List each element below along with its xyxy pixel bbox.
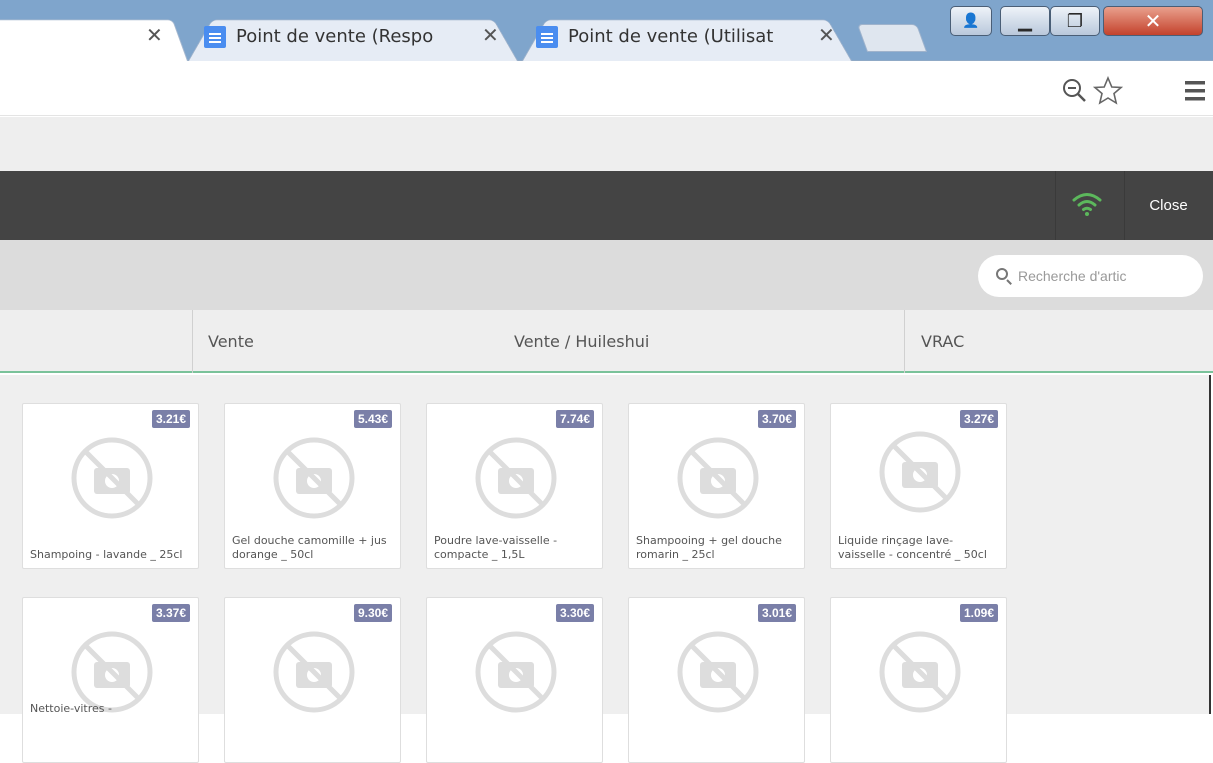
no-image-icon <box>677 437 759 519</box>
product-card[interactable]: 7.74€ Poudre lave-vaisselle - compacte _… <box>426 403 603 569</box>
pos-header <box>0 171 1213 240</box>
product-card[interactable]: 1.09€ <box>830 597 1007 763</box>
docs-icon <box>204 25 226 48</box>
price-badge: 9.30€ <box>353 604 392 622</box>
price-badge: 7.74€ <box>555 410 594 428</box>
new-tab-button[interactable] <box>856 24 928 52</box>
product-card[interactable]: 3.30€ <box>426 597 603 763</box>
category-bar: Vente Vente / Huileshui VRAC <box>0 310 1213 373</box>
product-card[interactable]: 3.37€ Nettoie-vitres - <box>22 597 199 763</box>
price-badge: 3.30€ <box>555 604 594 622</box>
close-icon: ✕ <box>1144 9 1162 33</box>
no-image-icon <box>273 631 355 713</box>
price-badge: 3.27€ <box>959 410 998 428</box>
tab-close-icon[interactable]: ✕ <box>146 25 163 45</box>
wifi-icon[interactable] <box>1072 191 1102 217</box>
header-divider <box>1055 171 1056 240</box>
category-vrac[interactable]: VRAC <box>921 310 964 373</box>
category-divider <box>192 310 193 373</box>
menu-icon[interactable] <box>1185 80 1205 102</box>
price-badge: 3.70€ <box>757 410 796 428</box>
category-vente-huileshui[interactable]: Vente / Huileshui <box>514 310 649 373</box>
product-card[interactable]: 3.01€ <box>628 597 805 763</box>
tab-close-icon[interactable]: ✕ <box>482 25 499 45</box>
no-image-icon <box>879 631 961 713</box>
product-card[interactable]: 9.30€ <box>224 597 401 763</box>
no-image-icon <box>879 431 961 513</box>
zoom-out-icon[interactable] <box>1062 78 1088 104</box>
close-button[interactable]: Close <box>1124 171 1213 240</box>
browser-tab-respo[interactable]: Point de vente (Respo ✕ <box>188 12 518 61</box>
search-icon <box>996 268 1008 280</box>
tab-title: Point de vente (Utilisat <box>568 26 774 47</box>
no-image-icon <box>71 437 153 519</box>
price-badge: 3.37€ <box>151 604 190 622</box>
no-image-icon <box>475 631 557 713</box>
bookmark-star-icon[interactable] <box>1093 76 1123 106</box>
docs-icon <box>536 25 558 48</box>
product-card[interactable]: 3.70€ Shampooing + gel douche romarin _ … <box>628 403 805 569</box>
browser-tab-utilisat[interactable]: Point de vente (Utilisat ✕ <box>522 12 852 61</box>
price-badge: 3.01€ <box>757 604 796 622</box>
price-badge: 1.09€ <box>959 604 998 622</box>
search-input[interactable] <box>1018 263 1203 289</box>
product-name: Poudre lave-vaisselle - compacte _ 1,5L <box>434 534 558 561</box>
profile-button[interactable]: 👤 <box>950 6 992 36</box>
restore-button[interactable]: ❐ <box>1050 6 1100 36</box>
product-card[interactable]: 3.21€ Shampoing - lavande _ 25cl <box>22 403 199 569</box>
product-name: Shampoing - lavande _ 25cl <box>30 548 183 561</box>
product-name: Liquide rinçage lave-vaisselle - concent… <box>838 534 987 561</box>
browser-toolbar <box>0 62 1213 116</box>
user-icon: 👤 <box>962 13 980 29</box>
minimize-button[interactable]: ▁ <box>1000 6 1050 36</box>
page-top-band <box>0 117 1213 171</box>
restore-icon: ❐ <box>1066 10 1084 32</box>
no-image-icon <box>273 437 355 519</box>
product-card[interactable]: 5.43€ Gel douche camomille + jus dorange… <box>224 403 401 569</box>
tab-close-icon[interactable]: ✕ <box>818 25 835 45</box>
category-divider <box>904 310 905 373</box>
no-image-icon <box>475 437 557 519</box>
product-grid: 3.21€ Shampoing - lavande _ 25cl 5.43€ G… <box>0 375 1211 763</box>
minimize-icon: ▁ <box>1018 10 1032 32</box>
window-close-button[interactable]: ✕ <box>1103 6 1203 36</box>
tab-title: Point de vente (Respo <box>236 26 434 47</box>
search-box[interactable] <box>978 255 1203 297</box>
product-name: Shampooing + gel douche romarin _ 25cl <box>636 534 782 561</box>
no-image-icon <box>677 631 759 713</box>
browser-tab-active[interactable]: ✕ <box>0 12 188 61</box>
product-name: Gel douche camomille + jus dorange _ 50c… <box>232 534 387 561</box>
price-badge: 5.43€ <box>353 410 392 428</box>
browser-tab-strip: ✕ Point de vente (Respo ✕ Point de vente… <box>0 0 1213 61</box>
category-vente[interactable]: Vente <box>208 310 254 373</box>
product-card[interactable]: 3.27€ Liquide rinçage lave-vaisselle - c… <box>830 403 1007 569</box>
price-badge: 3.21€ <box>151 410 190 428</box>
